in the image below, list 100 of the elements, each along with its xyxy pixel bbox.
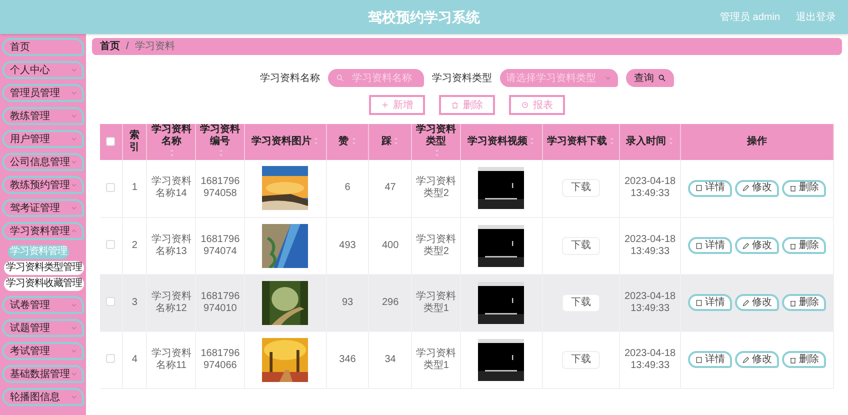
sidebar-item[interactable]: 用户管理 bbox=[2, 130, 84, 148]
download-button[interactable]: 下载 bbox=[562, 350, 600, 368]
table-cell: 学习资料名称13 bbox=[151, 234, 192, 256]
submenu-item[interactable]: 学习资料收藏管理 bbox=[4, 277, 84, 291]
delete-button[interactable]: 删除 bbox=[782, 180, 826, 197]
chevron-icon bbox=[70, 181, 78, 189]
checkbox[interactable] bbox=[106, 240, 116, 250]
sidebar-item[interactable]: 驾考证管理 bbox=[2, 199, 84, 217]
sidebar-item[interactable]: 首页 bbox=[2, 38, 84, 56]
query-button[interactable]: 查询 bbox=[626, 69, 674, 87]
trash-icon bbox=[789, 242, 798, 250]
search-field[interactable]: 学习资料名称 bbox=[328, 69, 424, 87]
sort-icon bbox=[668, 136, 674, 146]
details-button[interactable]: 详情 bbox=[688, 294, 732, 311]
column-header[interactable]: 学习资料下载 bbox=[546, 136, 607, 148]
video-thumbnail bbox=[478, 338, 524, 380]
table-cell: 1 bbox=[132, 182, 138, 194]
delete-button[interactable]: 删除 bbox=[782, 294, 826, 311]
sidebar-item[interactable]: 教练管理 bbox=[2, 107, 84, 125]
edit-button[interactable]: 修改 bbox=[735, 237, 780, 254]
checkbox[interactable] bbox=[106, 137, 116, 146]
edit-button[interactable]: 修改 bbox=[735, 294, 780, 311]
column-header[interactable]: 赞 bbox=[338, 136, 349, 148]
details-button[interactable]: 详情 bbox=[688, 237, 732, 254]
sort-icon bbox=[169, 148, 176, 158]
sidebar-item[interactable]: 教练预约管理 bbox=[2, 176, 84, 194]
sort-icon bbox=[218, 148, 224, 158]
sidebar-item[interactable]: 考试管理 bbox=[2, 342, 84, 360]
table-cell: 学习资料类型2 bbox=[416, 176, 456, 200]
sidebar-item[interactable]: 个人中心 bbox=[2, 61, 84, 79]
breadcrumb-separator: / bbox=[125, 40, 130, 54]
column-header[interactable]: 学习资料图片 bbox=[251, 136, 312, 148]
clock-icon bbox=[521, 101, 529, 109]
table-cell: 1681796974010 bbox=[200, 290, 240, 314]
search-icon bbox=[658, 74, 666, 82]
table-cell: 4 bbox=[132, 354, 138, 364]
chevron-icon bbox=[70, 301, 78, 309]
chevron-icon bbox=[70, 112, 78, 120]
table-cell: 1681796974058 bbox=[200, 176, 240, 200]
trash-icon bbox=[451, 101, 459, 109]
download-button[interactable]: 下载 bbox=[562, 179, 600, 198]
app-title: 驾校预约学习系统 bbox=[368, 8, 480, 26]
breadcrumb-link[interactable]: 首页 bbox=[100, 39, 120, 54]
column-header[interactable]: 踩 bbox=[381, 136, 392, 148]
sort-icon bbox=[350, 136, 357, 146]
details-button[interactable]: 详情 bbox=[688, 351, 732, 368]
table-cell: 93 bbox=[342, 296, 354, 308]
download-button[interactable]: 下载 bbox=[562, 236, 600, 254]
table-cell: 1681796974074 bbox=[200, 234, 240, 256]
table-cell: 学习资料类型2 bbox=[416, 234, 456, 256]
chevron-icon bbox=[70, 89, 78, 97]
sidebar-item[interactable]: 学习资料管理 bbox=[2, 222, 84, 240]
checkbox[interactable] bbox=[106, 297, 116, 306]
chevron-icon bbox=[70, 370, 78, 378]
sidebar-item[interactable]: 轮播图信息 bbox=[2, 388, 84, 406]
table-cell: 47 bbox=[384, 182, 396, 194]
sort-icon bbox=[434, 148, 440, 158]
column-header[interactable]: 操作 bbox=[747, 136, 768, 148]
table-cell: 400 bbox=[382, 240, 399, 250]
checkbox[interactable] bbox=[106, 183, 116, 192]
field-label: 学习资料名称 bbox=[260, 72, 320, 86]
video-thumbnail bbox=[478, 224, 524, 266]
column-header[interactable]: 录入时间 bbox=[626, 136, 666, 148]
column-header[interactable]: 索引 bbox=[124, 130, 144, 154]
table-cell: 学习资料类型1 bbox=[416, 348, 456, 370]
pencil-icon bbox=[742, 298, 750, 306]
table-cell: 学习资料名称14 bbox=[151, 176, 192, 200]
delete-button[interactable]: 删除 bbox=[782, 237, 826, 254]
sort-icon bbox=[393, 136, 400, 146]
edit-button[interactable]: 修改 bbox=[735, 180, 780, 197]
table-cell-text: 2023-04-18 13:49:33 bbox=[623, 290, 677, 314]
chevron-icon bbox=[70, 204, 78, 212]
sort-icon bbox=[608, 136, 615, 146]
document-icon bbox=[695, 356, 704, 364]
sidebar-item[interactable]: 管理员管理 bbox=[2, 84, 84, 102]
download-button[interactable]: 下载 bbox=[562, 294, 600, 312]
chevron-icon bbox=[70, 324, 78, 332]
table-cell: 3 bbox=[132, 296, 138, 308]
checkbox[interactable] bbox=[106, 354, 116, 364]
chevron-icon bbox=[70, 347, 78, 355]
chevron-icon bbox=[604, 74, 612, 82]
user-label: 管理员 admin bbox=[720, 10, 780, 24]
sidebar-item[interactable]: 公司信息管理 bbox=[2, 153, 84, 171]
sidebar-item[interactable]: 试题管理 bbox=[2, 319, 84, 337]
trash-icon bbox=[789, 356, 798, 364]
details-button[interactable]: 详情 bbox=[688, 180, 732, 197]
chevron-icon bbox=[70, 227, 78, 235]
edit-button[interactable]: 修改 bbox=[735, 351, 780, 368]
submenu-item[interactable]: 学习资料类型管理 bbox=[4, 261, 84, 275]
table-cell-text: 2023-04-18 13:49:33 bbox=[623, 234, 677, 258]
table-cell: 296 bbox=[382, 296, 399, 308]
trash-icon bbox=[789, 298, 798, 306]
delete-button[interactable]: 删除 bbox=[782, 351, 826, 368]
table-cell: 学习资料名称12 bbox=[151, 290, 192, 314]
sidebar-item[interactable]: 基础数据管理 bbox=[2, 365, 84, 383]
table-cell-text: 2023-04-18 13:49:33 bbox=[623, 348, 677, 372]
pencil-icon bbox=[742, 242, 750, 250]
sidebar-item[interactable]: 试卷管理 bbox=[2, 296, 84, 314]
column-header[interactable]: 学习资料视频 bbox=[467, 136, 528, 148]
video-thumbnail bbox=[478, 282, 524, 324]
